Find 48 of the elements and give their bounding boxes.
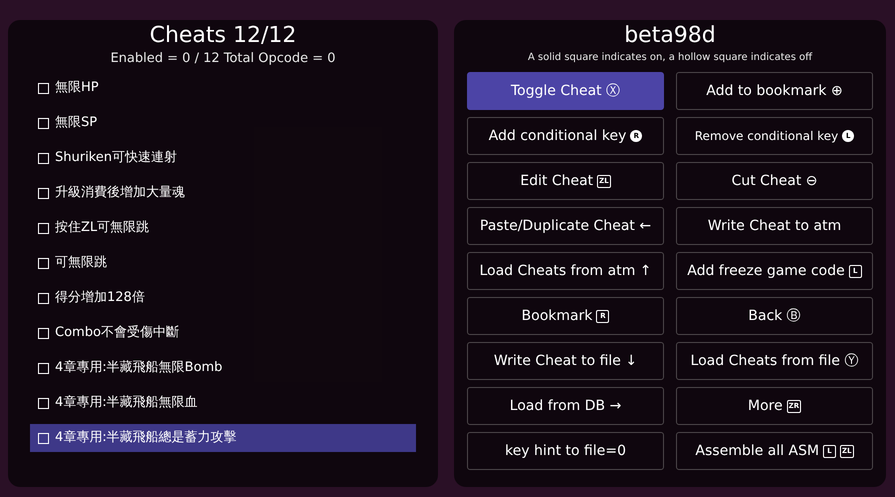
checkbox[interactable]	[38, 328, 49, 338]
cheat-name: 按住ZL可無限跳	[55, 219, 150, 238]
cheat-item[interactable]: 按住ZL可無限跳	[30, 214, 416, 242]
cheat-item[interactable]: Combo不會受傷中斷	[30, 319, 416, 347]
panel-title: beta98d	[624, 22, 716, 50]
checkbox[interactable]	[38, 362, 49, 374]
checkbox[interactable]	[38, 152, 49, 164]
checkbox[interactable]	[38, 432, 49, 444]
checkbox[interactable]	[38, 82, 49, 94]
checkbox[interactable]	[38, 292, 49, 304]
menu-button[interactable]: Add to bookmark ⊕	[676, 72, 873, 110]
cheat-name: Shuriken可快速連射	[55, 149, 177, 168]
cheat-name: 升級消費後增加大量魂	[55, 184, 185, 202]
cheat-item[interactable]: 4章專用:半藏飛船無限血	[30, 389, 416, 417]
cheat-item[interactable]: 升級消費後增加大量魂	[30, 179, 416, 207]
cheat-summary: Enabled = 0 / 12 Total Opcode = 0	[110, 50, 336, 68]
cheat-item[interactable]: 4章專用:半藏飛船總是蓄力攻擊	[30, 424, 416, 452]
hint-text: A solid square indicates on, a hollow square indicates off	[528, 51, 812, 65]
cheat-item[interactable]: 得分增加128倍	[30, 284, 416, 312]
menu-button[interactable]: Load from DB →	[467, 387, 664, 425]
cheat-name: 4章專用:半藏飛船無限血	[55, 394, 198, 412]
menu-button[interactable]: Write Cheat to atm	[676, 207, 873, 245]
cheat-item[interactable]: 4章專用:半藏飛船無限Bomb	[30, 354, 416, 382]
menu-button[interactable]: Write Cheat to file ↓	[467, 342, 664, 380]
menu-button[interactable]: Paste/Duplicate Cheat ←	[467, 207, 664, 245]
checkbox[interactable]	[38, 398, 49, 408]
menu-button[interactable]: Back Ⓑ	[676, 297, 873, 335]
cheat-item[interactable]: 可無限跳	[30, 249, 416, 277]
cheat-name: 無限HP	[55, 79, 99, 98]
cheat-name: 得分增加128倍	[55, 289, 145, 308]
cheat-item[interactable]: Shuriken可快速連射	[30, 144, 416, 172]
menu-button[interactable]: key hint to file=0	[467, 432, 664, 470]
menu-button[interactable]: Cut Cheat ⊖	[676, 162, 873, 200]
cheat-name: 4章專用:半藏飛船無限Bomb	[55, 359, 222, 378]
cheat-item[interactable]: 無限HP	[30, 74, 416, 102]
checkbox[interactable]	[38, 258, 49, 268]
cheat-name: Combo不會受傷中斷	[55, 324, 179, 342]
checkbox[interactable]	[38, 118, 49, 128]
checkbox[interactable]	[38, 188, 49, 198]
checkbox[interactable]	[38, 222, 49, 234]
menu-button[interactable]: Load Cheats from file Ⓨ	[676, 342, 873, 380]
menu-button[interactable]: Load Cheats from atm ↑	[467, 252, 664, 290]
cheat-name: 無限SP	[55, 114, 98, 132]
panel-title: Cheats 12/12	[150, 22, 296, 50]
cheat-name: 可無限跳	[55, 254, 107, 272]
cheat-name: 4章專用:半藏飛船總是蓄力攻擊	[55, 429, 237, 448]
menu-button[interactable]: Toggle Cheat Ⓧ	[467, 72, 664, 110]
cheat-item[interactable]: 無限SP	[30, 109, 416, 137]
